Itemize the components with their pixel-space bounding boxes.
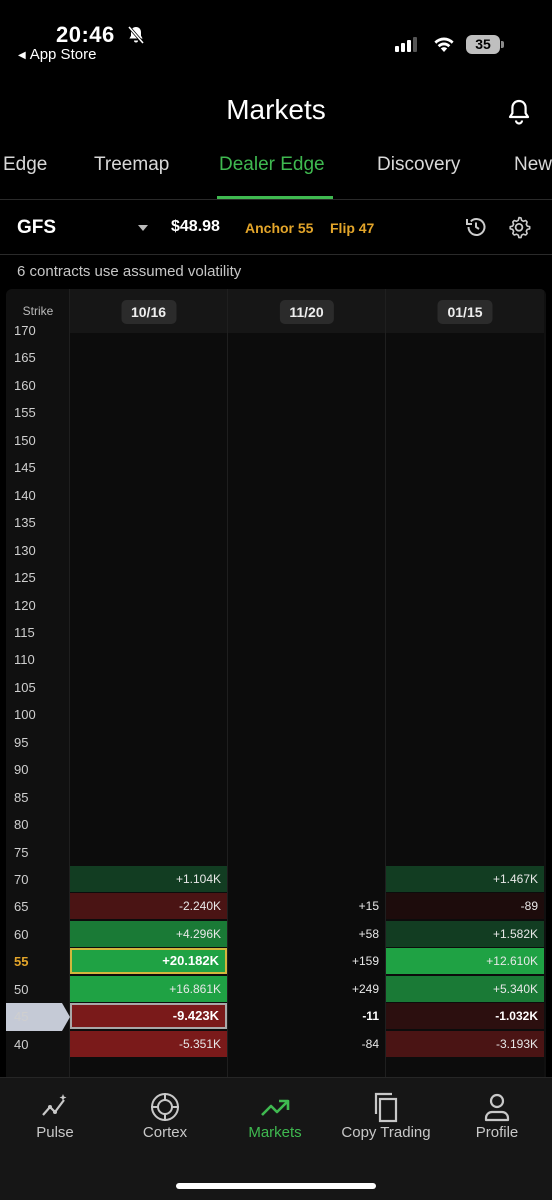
- volatility-note: 6 contracts use assumed volatility: [17, 263, 242, 280]
- strike-label: 160: [14, 377, 36, 393]
- back-app-label: App Store: [29, 46, 97, 63]
- strike-label: 80: [14, 817, 29, 833]
- exposure-cell[interactable]: +1.467K: [386, 866, 544, 892]
- strike-label: 145: [14, 460, 36, 476]
- expiration-label[interactable]: 01/15: [437, 300, 493, 324]
- tab-treemap[interactable]: Treemap: [94, 154, 169, 176]
- exposure-cell[interactable]: +15: [228, 893, 385, 919]
- strike-label: 155: [14, 405, 36, 421]
- ticker-symbol[interactable]: GFS: [17, 217, 56, 239]
- tab-discovery[interactable]: Discovery: [377, 154, 460, 176]
- strike-label: 95: [14, 734, 29, 750]
- tab-dealer-edge[interactable]: Dealer Edge: [219, 154, 325, 176]
- trending-up-icon: [261, 1099, 290, 1116]
- strike-label: 115: [14, 624, 35, 640]
- strike-label: 100: [14, 707, 36, 723]
- bottom-navigation: Pulse Cortex Markets Copy Trading Profil…: [0, 1077, 552, 1200]
- strike-label: 85: [14, 789, 29, 805]
- chevron-down-icon[interactable]: [138, 225, 148, 231]
- strike-label: 170: [14, 323, 36, 338]
- expiration-label[interactable]: 11/20: [279, 300, 334, 324]
- strike-label: 65: [14, 899, 29, 915]
- active-tab-indicator: [217, 196, 333, 199]
- nav-label: Copy Trading: [341, 1124, 431, 1141]
- history-icon[interactable]: [464, 215, 488, 239]
- expiration-header-2: 01/15: [386, 289, 544, 333]
- strike-label: 150: [14, 432, 36, 448]
- exposure-cell[interactable]: +249: [228, 976, 385, 1002]
- copy-icon: [374, 1092, 398, 1123]
- market-tabs: Edge Treemap Dealer Edge Discovery New: [0, 140, 552, 200]
- notifications-bell-icon[interactable]: [506, 98, 532, 126]
- strike-label: 120: [14, 597, 36, 613]
- exposure-cell[interactable]: +1.104K: [70, 866, 227, 892]
- strike-label: 70: [14, 872, 29, 887]
- strike-label: 40: [14, 1036, 29, 1052]
- nav-label: Cortex: [142, 1124, 188, 1141]
- exposure-cell[interactable]: +58: [228, 921, 385, 947]
- dealer-edge-grid: Strike 10/16 11/20 01/15 170 165 160 155 150…: [6, 289, 546, 1077]
- nav-profile[interactable]: Profile: [442, 1078, 552, 1168]
- nav-pulse[interactable]: Pulse: [0, 1078, 110, 1168]
- nav-copy-trading[interactable]: Copy Trading: [331, 1078, 441, 1168]
- strike-label: 90: [14, 762, 29, 778]
- strike-label: 55: [14, 954, 29, 970]
- strike-label: 140: [14, 487, 36, 503]
- wifi-icon: [434, 37, 454, 52]
- ticker-price: $48.98: [171, 218, 220, 235]
- exposure-cell[interactable]: -11: [228, 1003, 385, 1029]
- pulse-icon: [42, 1094, 67, 1116]
- strike-label: 60: [14, 926, 29, 942]
- expiration-header-0: 10/16: [70, 289, 227, 333]
- person-icon: [484, 1093, 510, 1122]
- exposure-cell[interactable]: +4.296K: [70, 920, 227, 947]
- strike-label: 105: [14, 679, 36, 695]
- strike-label: 50: [14, 981, 29, 997]
- exposure-cell[interactable]: -89: [386, 893, 544, 920]
- strike-label: 165: [14, 350, 36, 366]
- battery-indicator: 35: [466, 35, 500, 54]
- exposure-cell[interactable]: -84: [228, 1031, 385, 1057]
- ticker-row: GFS $48.98 Anchor 55 Flip 47: [0, 201, 552, 255]
- nav-cortex[interactable]: Cortex: [110, 1078, 220, 1168]
- exposure-cell[interactable]: +16.861K: [70, 975, 227, 1002]
- exposure-cell[interactable]: -2.240K: [70, 893, 227, 920]
- nav-label: Profile: [475, 1124, 519, 1141]
- exposure-cell[interactable]: -3.193K: [386, 1030, 544, 1057]
- strike-label: 125: [14, 570, 36, 586]
- gear-icon[interactable]: [507, 215, 531, 239]
- tab-edge[interactable]: Edge: [3, 154, 47, 176]
- expiration-header-1: 11/20: [228, 289, 385, 333]
- exposure-cell[interactable]: +1.582K: [386, 920, 544, 947]
- flip-level: Flip 47: [330, 220, 375, 236]
- page-title: Markets: [226, 94, 326, 125]
- back-to-app-store[interactable]: ◀ App Store: [18, 46, 96, 63]
- exposure-cell[interactable]: +12.610K: [386, 948, 544, 975]
- strike-label: 45: [14, 1009, 29, 1025]
- exposure-cell[interactable]: +159: [228, 948, 385, 974]
- exposure-cell[interactable]: +5.340K: [386, 975, 544, 1002]
- status-bar: 20:46 ◀ App Store 35: [0, 0, 552, 70]
- exposure-cell[interactable]: [228, 866, 385, 892]
- expiration-label[interactable]: 10/16: [120, 300, 177, 324]
- battery-tip: [501, 41, 504, 48]
- status-time: 20:46: [56, 22, 115, 47]
- anchor-level: Anchor 55: [245, 220, 314, 236]
- strike-label: 130: [14, 542, 36, 558]
- exposure-cell[interactable]: +20.182K: [70, 948, 227, 975]
- nav-label: Markets: [248, 1124, 302, 1141]
- cellular-signal-icon: [395, 36, 423, 52]
- target-icon: [151, 1093, 179, 1121]
- silent-bell-icon: [127, 26, 145, 44]
- home-indicator: [176, 1183, 376, 1189]
- strike-label: 75: [14, 844, 29, 860]
- tab-new[interactable]: New: [514, 154, 552, 176]
- exposure-cell[interactable]: -1.032K: [386, 1003, 544, 1030]
- strike-label: 110: [14, 652, 35, 668]
- nav-label: Pulse: [36, 1124, 74, 1141]
- exposure-cell[interactable]: -5.351K: [70, 1030, 227, 1057]
- nav-markets[interactable]: Markets: [220, 1078, 330, 1168]
- exposure-cell[interactable]: -9.423K: [70, 1003, 227, 1030]
- strike-label: 135: [14, 515, 36, 531]
